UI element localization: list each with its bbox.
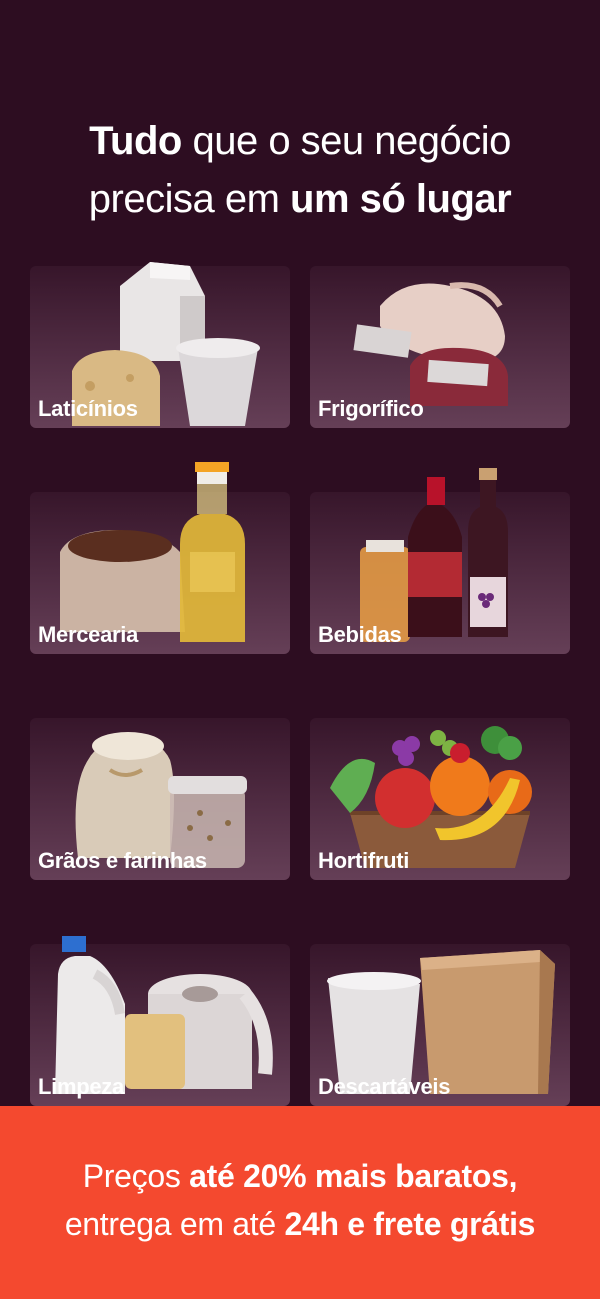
promo-bold-2: 24h e frete grátis — [284, 1206, 536, 1242]
category-label: Laticínios — [38, 396, 138, 421]
category-label: Mercearia — [38, 622, 139, 647]
category-card-frigorifico[interactable]: Frigorífico — [310, 266, 570, 428]
category-card-graos-farinhas[interactable]: Grãos e farinhas — [30, 718, 290, 880]
category-label: Descartáveis — [318, 1074, 451, 1099]
category-card-descartaveis[interactable]: Descartáveis — [310, 944, 570, 1106]
category-label: Limpeza — [38, 1074, 124, 1099]
category-card-limpeza[interactable]: Limpeza — [30, 936, 290, 1106]
promo-text-2: entrega em até — [64, 1206, 285, 1242]
promo-bold-1: até 20% mais baratos, — [189, 1158, 518, 1194]
promo-text: Preços até 20% mais baratos, entrega em … — [0, 1152, 600, 1248]
headline-bold-1: Tudo — [89, 119, 182, 163]
category-card-laticinios[interactable]: Laticínios — [30, 262, 290, 428]
category-label: Bebidas — [318, 622, 402, 647]
promo-text-1: Preços — [82, 1158, 190, 1194]
category-label: Grãos e farinhas — [38, 848, 207, 873]
category-card-bebidas[interactable]: Bebidas — [310, 468, 570, 654]
category-label: Frigorífico — [318, 396, 424, 421]
headline-bold-2: um só lugar — [290, 177, 512, 221]
category-card-mercearia[interactable]: Mercearia — [30, 462, 290, 654]
promo-banner: Preços até 20% mais baratos, entrega em … — [0, 1106, 600, 1299]
page-headline: Tudo que o seu negócio precisa em um só … — [0, 112, 600, 228]
headline-text-2: precisa em — [88, 177, 291, 221]
category-label: Hortifruti — [318, 848, 410, 873]
headline-text-1: que o seu negócio — [181, 119, 511, 163]
category-card-hortifruti[interactable]: Hortifruti — [310, 718, 570, 880]
